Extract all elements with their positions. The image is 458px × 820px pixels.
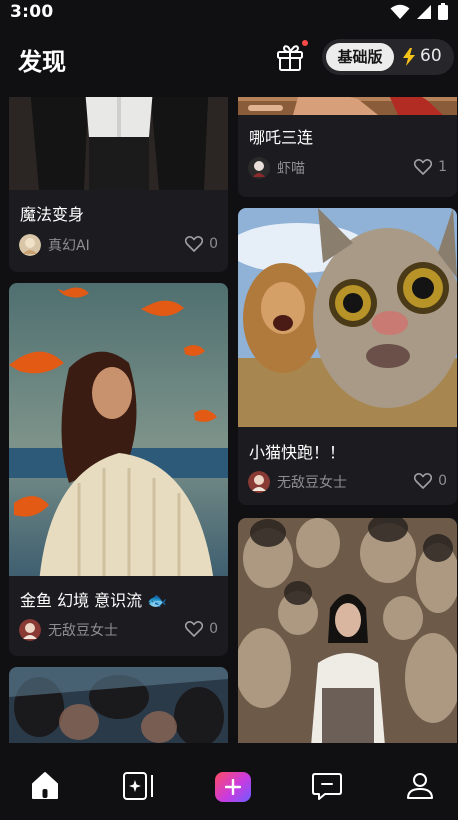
avatar xyxy=(19,234,41,256)
author-name: 无敌豆女士 xyxy=(48,623,118,639)
feed-card[interactable]: 哪吒三连 虾喵 1 xyxy=(238,97,457,197)
avatar xyxy=(248,157,270,179)
avatar xyxy=(248,471,270,493)
card-title: 小猫快跑！！ xyxy=(249,443,346,462)
signal-icon xyxy=(417,4,431,19)
card-author[interactable]: 无敌豆女士 xyxy=(248,471,347,493)
create-icon xyxy=(225,779,241,795)
plan-pill[interactable]: 基础版 60 xyxy=(322,39,454,75)
card-image xyxy=(238,518,457,743)
gift-button[interactable] xyxy=(275,40,308,73)
like-button[interactable]: 0 xyxy=(414,473,447,489)
gift-icon xyxy=(277,45,303,71)
heart-icon xyxy=(185,236,204,252)
bottom-nav xyxy=(0,743,458,820)
template-icon xyxy=(123,772,153,800)
discover-feed[interactable]: 哪吒三连 虾喵 1 魔法变身 真幻AI 0 小猫快跑！！ 无敌豆女士 0 金鱼 … xyxy=(0,97,458,743)
notification-dot xyxy=(302,40,308,46)
heart-icon xyxy=(185,621,204,637)
message-icon xyxy=(312,773,342,800)
lightning-icon xyxy=(403,48,415,66)
nav-templates[interactable] xyxy=(118,768,158,804)
like-count: 0 xyxy=(438,473,447,489)
card-image xyxy=(238,208,457,427)
like-button[interactable]: 0 xyxy=(185,621,218,637)
card-image xyxy=(9,283,228,576)
nav-profile[interactable] xyxy=(400,768,440,804)
header: 发现 基础版 60 xyxy=(0,26,458,92)
card-author[interactable]: 虾喵 xyxy=(248,157,305,179)
status-icons xyxy=(390,3,448,20)
card-title: 魔法变身 xyxy=(20,205,85,224)
card-image xyxy=(9,667,228,743)
like-button[interactable]: 1 xyxy=(414,159,447,175)
heart-icon xyxy=(414,159,433,175)
status-bar: 3:00 xyxy=(0,0,458,26)
plan-badge[interactable]: 基础版 xyxy=(326,43,394,71)
author-name: 无敌豆女士 xyxy=(277,475,347,491)
nav-messages[interactable] xyxy=(307,768,347,804)
card-author[interactable]: 真幻AI xyxy=(19,234,90,256)
feed-card[interactable]: 小猫快跑！！ 无敌豆女士 0 xyxy=(238,208,457,505)
card-image xyxy=(9,97,228,190)
status-time: 3:00 xyxy=(10,2,54,22)
card-title: 哪吒三连 xyxy=(249,128,314,147)
author-name: 真幻AI xyxy=(48,238,90,254)
card-title: 金鱼 幻境 意识流 🐟 xyxy=(20,591,168,610)
nav-home[interactable] xyxy=(25,768,65,804)
feed-card[interactable] xyxy=(9,667,228,743)
page-title: 发现 xyxy=(18,48,66,76)
like-count: 1 xyxy=(438,159,447,175)
battery-icon xyxy=(438,3,448,20)
profile-icon xyxy=(407,773,433,799)
feed-card[interactable]: 魔法变身 真幻AI 0 xyxy=(9,97,228,272)
like-button[interactable]: 0 xyxy=(185,236,218,252)
wifi-icon xyxy=(390,4,410,19)
author-name: 虾喵 xyxy=(277,161,305,177)
feed-card[interactable] xyxy=(238,518,457,743)
feed-card[interactable]: 金鱼 幻境 意识流 🐟 无敌豆女士 0 xyxy=(9,283,228,656)
credit-count: 60 xyxy=(420,46,442,66)
home-icon xyxy=(32,772,58,799)
card-author[interactable]: 无敌豆女士 xyxy=(19,619,118,641)
avatar xyxy=(19,619,41,641)
create-button[interactable] xyxy=(215,772,251,802)
like-count: 0 xyxy=(209,236,218,252)
card-image xyxy=(238,97,457,115)
like-count: 0 xyxy=(209,621,218,637)
heart-icon xyxy=(414,473,433,489)
